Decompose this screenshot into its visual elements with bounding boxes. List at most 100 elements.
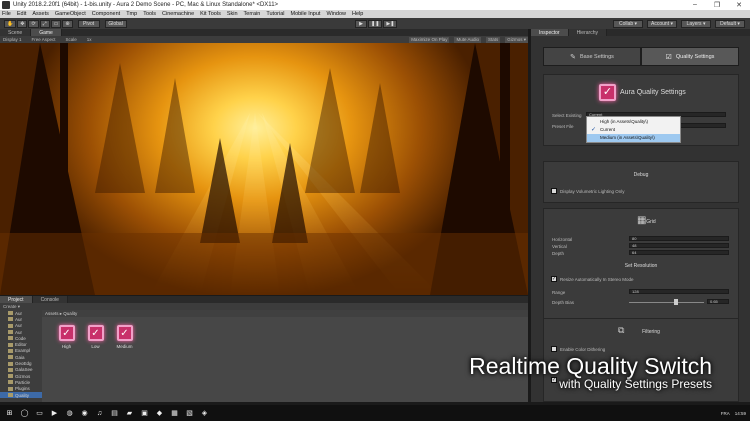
collab-button[interactable]: Collab ▾: [613, 19, 643, 28]
enable-color-dithering-checkbox[interactable]: [551, 346, 557, 352]
tree-item-selected[interactable]: Quality: [0, 391, 42, 399]
vertical-field[interactable]: 48: [629, 243, 729, 248]
menu-file[interactable]: File: [2, 11, 11, 17]
close-button[interactable]: ✕: [728, 1, 750, 9]
transform-tool-button[interactable]: ⊕: [62, 19, 73, 28]
rotate-tool-button[interactable]: ⟳: [28, 19, 39, 28]
app-icon[interactable]: ◆: [154, 408, 165, 418]
maximize-on-play-toggle[interactable]: Maximize On Play: [409, 36, 450, 43]
title-bar: Unity 2018.2.20f1 (64bit) - 1-bis.unity …: [0, 0, 750, 10]
menu-tools[interactable]: Tools: [143, 11, 156, 17]
asset-item-high[interactable]: ✓ High: [52, 325, 81, 349]
menu-cinemachine[interactable]: Cinemachine: [162, 11, 194, 17]
app-icon[interactable]: ▣: [139, 408, 150, 418]
display-volumetric-label: Display Volumetric Lighting Only: [560, 189, 625, 194]
app-icon[interactable]: ◍: [64, 408, 75, 418]
spotify-icon[interactable]: ♫: [94, 408, 105, 418]
menu-terrain[interactable]: Terrain: [244, 11, 261, 17]
horizontal-field[interactable]: 80: [629, 236, 729, 241]
caption-subtitle: with Quality Settings Presets: [559, 377, 712, 391]
depth-field[interactable]: 64: [629, 250, 729, 255]
gizmos-dropdown[interactable]: Gizmos ▾: [505, 36, 528, 43]
hand-tool-button[interactable]: ✋: [4, 19, 17, 28]
tab-scene[interactable]: Scene: [0, 29, 32, 36]
minimize-button[interactable]: –: [684, 1, 706, 9]
layers-dropdown[interactable]: Layers ▾: [681, 19, 711, 28]
asset-item-low[interactable]: ✓ Low: [81, 325, 110, 349]
filtering-title: Filtering: [642, 329, 660, 335]
mute-audio-toggle[interactable]: Mute Audio: [454, 36, 481, 43]
tab-game[interactable]: Game: [31, 29, 62, 36]
depth-bias-slider[interactable]: [629, 302, 704, 303]
game-view[interactable]: [0, 43, 528, 295]
folder-icon: [8, 386, 13, 391]
settings-tabs: ✎ Base Settings ☑ Quality Settings: [543, 47, 739, 66]
menu-window[interactable]: Window: [326, 11, 346, 17]
depth-bias-slider-handle[interactable]: [674, 299, 678, 305]
menu-edit[interactable]: Edit: [17, 11, 26, 17]
resize-auto-checkbox[interactable]: ✓: [551, 276, 557, 282]
app-icon[interactable]: ▧: [184, 408, 195, 418]
menu-mobile-input[interactable]: Mobile Input: [290, 11, 320, 17]
tab-console[interactable]: Console: [32, 296, 68, 303]
display-volumetric-checkbox[interactable]: [551, 188, 557, 194]
global-toggle[interactable]: Global: [104, 19, 127, 28]
pause-button[interactable]: ❚❚: [368, 19, 383, 28]
create-button[interactable]: Create ▾: [3, 304, 20, 310]
play-button[interactable]: ▶: [355, 19, 367, 28]
step-button[interactable]: ▶❚: [383, 19, 398, 28]
rect-tool-button[interactable]: ▭: [50, 19, 62, 28]
layout-dropdown[interactable]: Default ▾: [715, 19, 745, 28]
app-icon[interactable]: ▰: [124, 408, 135, 418]
app-icon[interactable]: ▦: [169, 408, 180, 418]
scale-value[interactable]: 1x: [87, 37, 92, 42]
menu-skin[interactable]: Skin: [227, 11, 238, 17]
pivot-toggle[interactable]: Pivot: [77, 19, 100, 28]
menu-kit-tools[interactable]: Kit Tools: [200, 11, 221, 17]
folder-icon: [8, 336, 13, 341]
windows-start-icon[interactable]: ⊞: [4, 408, 15, 418]
app-icon[interactable]: ◉: [79, 408, 90, 418]
windows-taskbar: ⊞ ◯ ▭ ▶ ◍ ◉ ♫ ▤ ▰ ▣ ◆ ▦ ▧ ◈ FRA 14:59: [0, 405, 750, 421]
dropdown-option-high[interactable]: High (in Assets\Quality\): [587, 117, 680, 125]
quality-settings-tab[interactable]: ☑ Quality Settings: [641, 47, 739, 66]
breadcrumb[interactable]: Assets ▸ Quality: [42, 310, 528, 317]
menu-tutorial[interactable]: Tutorial: [266, 11, 284, 17]
tab-project[interactable]: Project: [0, 296, 33, 303]
preset-dropdown-menu: High (in Assets\Quality\) ✓ Current Medi…: [586, 116, 681, 143]
unity-taskbar-icon[interactable]: ◈: [199, 408, 210, 418]
dropdown-option-current[interactable]: ✓ Current: [587, 125, 680, 133]
base-settings-tab[interactable]: ✎ Base Settings: [543, 47, 641, 66]
game-view-controls: Display 1 Free Aspect Scale 1x Maximize …: [0, 36, 528, 43]
account-button[interactable]: Account ▾: [647, 19, 677, 28]
game-view-toggles: Maximize On Play Mute Audio Stats Gizmos…: [404, 36, 528, 43]
dropdown-option-medium[interactable]: Medium (in Assets\Quality\): [587, 133, 680, 142]
search-icon[interactable]: ◯: [19, 408, 30, 418]
app-icon[interactable]: ▶: [49, 408, 60, 418]
menu-tmp[interactable]: Tmp: [126, 11, 137, 17]
aspect-select[interactable]: Free Aspect: [32, 37, 56, 42]
folder-icon: [8, 330, 13, 335]
folder-icon: [8, 367, 13, 372]
tab-hierarchy[interactable]: Hierarchy: [568, 29, 607, 36]
maximize-button[interactable]: ❐: [706, 1, 728, 9]
menu-help[interactable]: Help: [352, 11, 363, 17]
depth-bias-field[interactable]: 0.65: [707, 299, 729, 304]
display-select[interactable]: Display 1: [3, 37, 22, 42]
menu-component[interactable]: Component: [92, 11, 120, 17]
stats-toggle[interactable]: Stats: [485, 36, 501, 43]
tab-inspector[interactable]: Inspector: [531, 29, 569, 36]
task-view-icon[interactable]: ▭: [34, 408, 45, 418]
menu-assets[interactable]: Assets: [32, 11, 49, 17]
asset-label: Low: [91, 344, 100, 349]
range-field[interactable]: 128: [629, 289, 729, 294]
move-tool-button[interactable]: ✥: [17, 19, 28, 28]
scale-tool-button[interactable]: ⤢: [39, 19, 50, 28]
video-caption: Realtime Quality Switch with Quality Set…: [469, 354, 712, 391]
menu-gameobject[interactable]: GameObject: [55, 11, 86, 17]
pencil-icon: ✎: [570, 53, 576, 61]
language-indicator[interactable]: FRA: [721, 411, 730, 416]
clock[interactable]: 14:59: [735, 411, 746, 416]
app-icon[interactable]: ▤: [109, 408, 120, 418]
asset-item-medium[interactable]: ✓ Medium: [110, 325, 139, 349]
